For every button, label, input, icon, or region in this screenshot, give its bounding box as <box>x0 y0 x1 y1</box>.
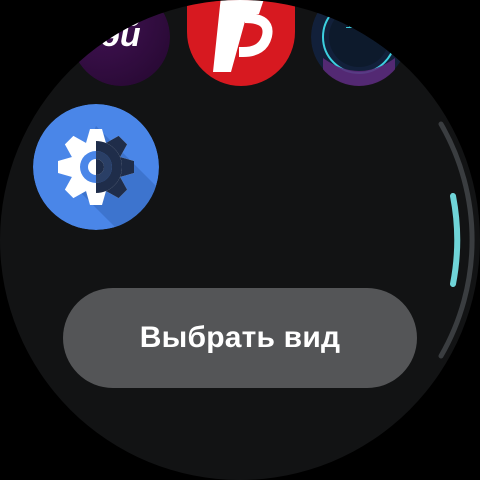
dial-app-graphic: 10 <box>311 0 407 86</box>
purple-app-graphic: лэй <box>72 0 170 86</box>
settings-app-icon[interactable] <box>33 104 159 230</box>
watch-face-background: лэй 10 Выбрать вид <box>0 0 480 480</box>
red-app-icon[interactable] <box>187 0 295 86</box>
select-style-label: Выбрать вид <box>139 321 341 354</box>
purple-app-label: лэй <box>78 16 141 54</box>
select-style-button[interactable]: Выбрать вид <box>63 288 417 388</box>
dial-app-text: 10 <box>345 17 362 33</box>
red-app-graphic <box>187 0 295 86</box>
purple-app-icon[interactable]: лэй <box>72 0 170 86</box>
dial-app-icon[interactable]: 10 <box>311 0 407 86</box>
watch-screen: лэй 10 Выбрать вид <box>0 0 480 480</box>
settings-gear-icon <box>33 104 159 230</box>
